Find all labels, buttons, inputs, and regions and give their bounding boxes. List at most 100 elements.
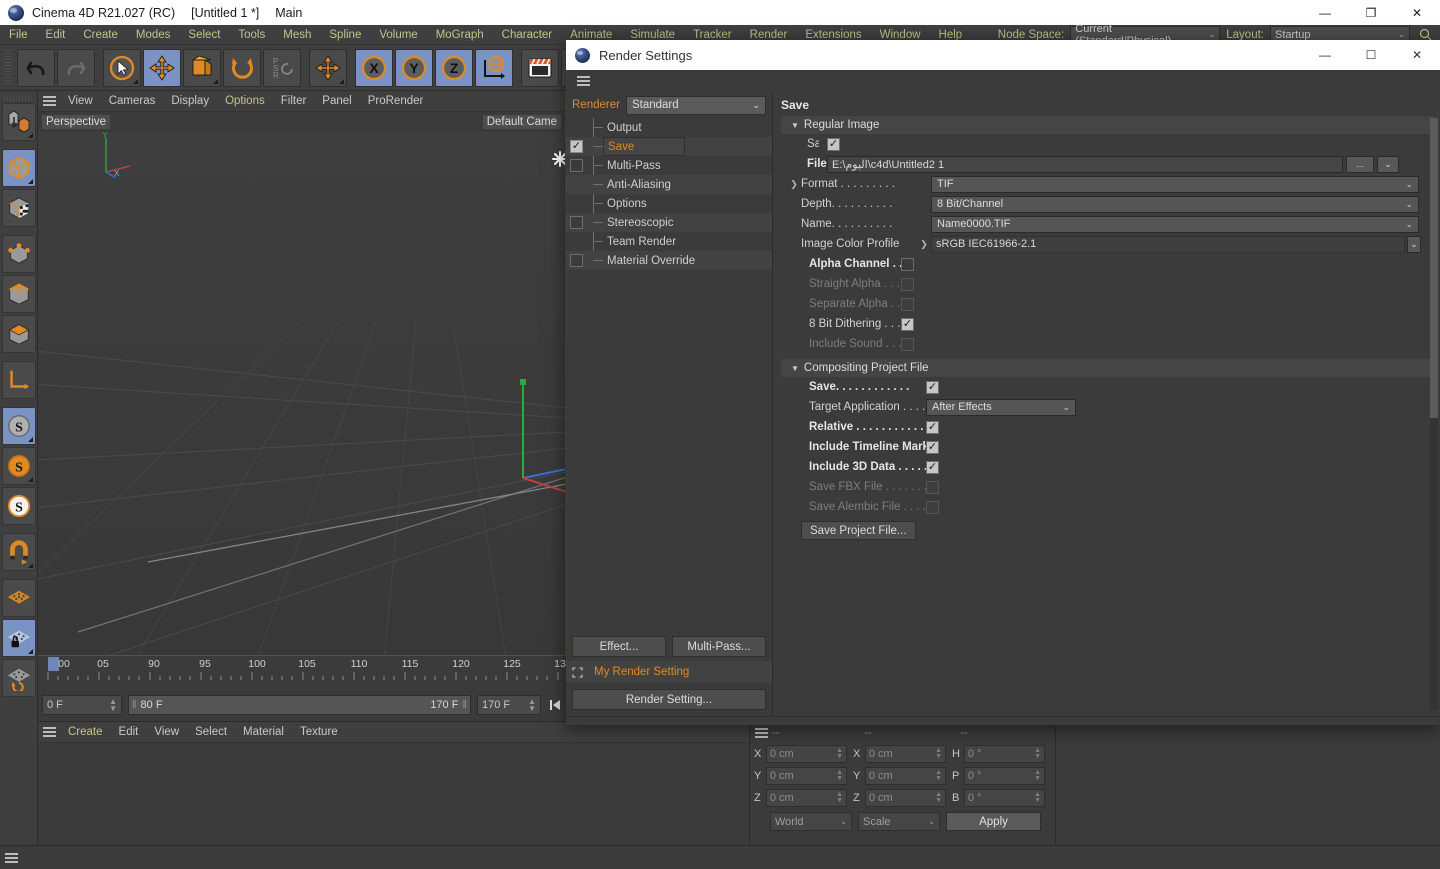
undo-button[interactable] xyxy=(17,48,55,87)
stepper-icon[interactable]: ▲ ▼ xyxy=(935,791,942,804)
name-select[interactable]: Name0000.TIF ⌄ xyxy=(931,215,1419,233)
range-grip-left[interactable]: ‖ xyxy=(132,699,137,711)
maximize-icon[interactable]: ❐ xyxy=(1348,0,1394,25)
format-expand-icon[interactable]: ❯ xyxy=(787,179,801,190)
compositing-save-checkbox[interactable]: ✓ xyxy=(926,380,939,394)
z-axis-lock-button[interactable]: Z xyxy=(435,48,473,87)
dialog-minimize-icon[interactable]: — xyxy=(1302,40,1348,70)
position-y-input[interactable]: 0 cm ▲ ▼ xyxy=(765,767,847,785)
tree-item-checkbox[interactable] xyxy=(570,159,583,172)
viewport-menu-panel[interactable]: Panel xyxy=(314,91,359,112)
dialog-maximize-icon[interactable]: ☐ xyxy=(1348,40,1394,70)
viewport-menu-cameras[interactable]: Cameras xyxy=(101,91,164,112)
size-z-input[interactable]: 0 cm ▲ ▼ xyxy=(864,789,946,807)
tree-item-anti-aliasing[interactable]: Anti-Aliasing xyxy=(566,175,772,194)
material-menu-edit[interactable]: Edit xyxy=(111,722,147,743)
tree-item-team-render[interactable]: Team Render xyxy=(566,232,772,251)
coordinates-menu-icon[interactable] xyxy=(750,722,772,743)
make-editable-button[interactable] xyxy=(1,103,36,141)
snap-enable-button[interactable]: S xyxy=(1,447,36,485)
point-mode-button[interactable] xyxy=(1,235,36,273)
dialog-close-icon[interactable]: ✕ xyxy=(1394,40,1440,70)
snap-settings-button[interactable]: S xyxy=(1,407,36,445)
current-frame-field[interactable]: 0 F ▲ ▼ xyxy=(42,694,122,715)
viewport-menu-view[interactable]: View xyxy=(60,91,101,112)
apply-button[interactable]: Apply xyxy=(946,812,1041,831)
file-browse-button[interactable]: … xyxy=(1346,155,1374,173)
move-tool-button[interactable] xyxy=(143,48,181,87)
timeline-ruler[interactable]: 00 05 90 95 100 105 110 115 120 125 13 xyxy=(38,656,567,689)
texture-mode-button[interactable] xyxy=(1,189,36,227)
relative-checkbox[interactable]: ✓ xyxy=(926,420,939,434)
stepper-icon[interactable]: ▲ ▼ xyxy=(1034,769,1041,782)
stepper-icon[interactable]: ▲ ▼ xyxy=(935,769,942,782)
menu-file[interactable]: File xyxy=(0,25,37,45)
tree-item-multi-pass[interactable]: Multi-Pass xyxy=(566,156,772,175)
status-menu-icon[interactable] xyxy=(0,847,22,868)
model-mode-button[interactable] xyxy=(1,149,36,187)
menu-volume[interactable]: Volume xyxy=(370,25,426,45)
tree-item-output[interactable]: Output xyxy=(566,118,772,137)
timeline-ruler-panel[interactable]: 00 05 90 95 100 105 110 115 120 125 13 xyxy=(38,655,567,688)
y-axis-lock-button[interactable]: Y xyxy=(395,48,433,87)
menu-character[interactable]: Character xyxy=(493,25,562,45)
world-coordinate-button[interactable] xyxy=(309,48,347,87)
size-y-input[interactable]: 0 cm ▲ ▼ xyxy=(864,767,946,785)
magnet-tool-button[interactable] xyxy=(1,533,36,571)
position-z-input[interactable]: 0 cm ▲ ▼ xyxy=(765,789,847,807)
world-object-toggle-button[interactable] xyxy=(475,48,513,87)
tree-item-material-override[interactable]: Material Override xyxy=(566,251,772,270)
include-timeline-marker-checkbox[interactable]: ✓ xyxy=(926,440,939,454)
viewport-menu-display[interactable]: Display xyxy=(163,91,217,112)
image-color-profile-value-box[interactable]: sRGB IEC61966-2.1 xyxy=(931,235,1405,253)
stepper-icon[interactable]: ▲ ▼ xyxy=(1034,747,1041,760)
render-setting-button[interactable]: Render Setting... xyxy=(572,689,766,710)
include-3d-data-checkbox[interactable]: ✓ xyxy=(926,460,939,474)
render-settings-menu-icon[interactable] xyxy=(572,71,594,92)
save-project-file-button[interactable]: Save Project File... xyxy=(801,521,916,540)
workplane-align-button[interactable] xyxy=(1,659,36,697)
live-selection-tool-button[interactable] xyxy=(103,48,141,87)
collapse-triangle-icon[interactable]: ▼ xyxy=(791,364,799,373)
menu-modes[interactable]: Modes xyxy=(127,25,180,45)
go-to-start-button[interactable] xyxy=(547,699,563,711)
menu-edit[interactable]: Edit xyxy=(37,25,75,45)
size-x-input[interactable]: 0 cm ▲ ▼ xyxy=(864,745,946,763)
range-grip-right[interactable]: ‖ xyxy=(462,699,467,711)
stepper-icon[interactable]: ▲ ▼ xyxy=(101,697,117,712)
preview-range-bar[interactable]: ‖ 80 F 170 F ‖ xyxy=(128,694,471,715)
tree-item-stereoscopic[interactable]: Stereoscopic xyxy=(566,213,772,232)
workplane-lock-button[interactable] xyxy=(1,619,36,657)
stepper-icon[interactable]: ▲ ▼ xyxy=(520,697,536,712)
effect-button[interactable]: Effect... xyxy=(572,636,666,657)
material-menu-icon[interactable] xyxy=(38,722,60,743)
menu-select[interactable]: Select xyxy=(179,25,229,45)
renderer-select[interactable]: Standard ⌄ xyxy=(625,95,766,115)
tree-item-checkbox[interactable]: ✓ xyxy=(570,140,583,153)
scale-tool-button[interactable] xyxy=(183,48,221,87)
close-icon[interactable]: ✕ xyxy=(1394,0,1440,25)
profile-dropdown-button[interactable]: ⌄ xyxy=(1407,235,1421,253)
scrollbar-thumb[interactable] xyxy=(1430,118,1438,418)
x-axis-lock-button[interactable]: X xyxy=(355,48,393,87)
rotation-p-input[interactable]: 0 ° ▲ ▼ xyxy=(963,767,1045,785)
coordinate-space-select[interactable]: World ⌄ xyxy=(770,812,852,831)
menu-mograph[interactable]: MoGraph xyxy=(427,25,493,45)
profile-expand-icon[interactable]: ❯ xyxy=(917,239,931,250)
viewport-menu-filter[interactable]: Filter xyxy=(273,91,315,112)
save-checkbox[interactable]: ✓ xyxy=(827,137,840,151)
menu-mesh[interactable]: Mesh xyxy=(274,25,320,45)
render-view-button[interactable] xyxy=(521,48,559,87)
material-menu-texture[interactable]: Texture xyxy=(292,722,346,743)
rotate-tool-button[interactable] xyxy=(223,48,261,87)
material-list-area[interactable] xyxy=(38,743,749,848)
tree-item-checkbox[interactable] xyxy=(570,254,583,267)
render-setting-entry[interactable]: My Render Setting xyxy=(566,661,772,683)
regular-image-group-header[interactable]: ▼ Regular Image xyxy=(781,116,1434,134)
material-menu-create[interactable]: Create xyxy=(60,722,111,743)
menu-tools[interactable]: Tools xyxy=(229,25,274,45)
polygon-mode-button[interactable] xyxy=(1,315,36,353)
tree-item-checkbox[interactable] xyxy=(570,216,583,229)
tree-item-save[interactable]: ✓ Save xyxy=(566,137,772,156)
file-path-input[interactable]: E:\اليوم\c4d\Untitled2 1 xyxy=(827,155,1343,173)
